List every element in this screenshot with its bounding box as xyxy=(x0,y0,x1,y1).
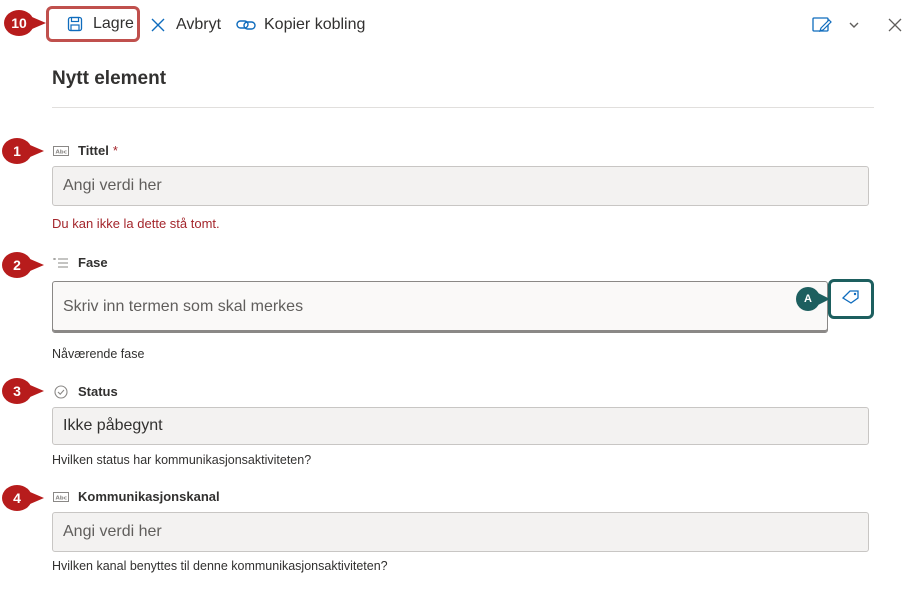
svg-text:Abc: Abc xyxy=(56,149,67,155)
validation-error: Du kan ikke la dette stå tomt. xyxy=(52,216,220,231)
callout-number: 4 xyxy=(13,490,21,506)
title-input[interactable]: Angi verdi her xyxy=(52,166,869,206)
field-label-kommunikasjonskanal: Abc Kommunikasjonskanal xyxy=(52,489,220,504)
callout-pointer xyxy=(30,259,44,271)
callout-badge-10: 10 xyxy=(4,10,34,36)
text-field-icon: Abc xyxy=(52,490,70,504)
command-bar: 10 Lagre Avbryt Kopier kobling xyxy=(0,0,904,50)
callout-badge-1: 1 xyxy=(2,138,32,164)
field-label-text: Status xyxy=(78,384,118,399)
callout-number: 10 xyxy=(11,15,27,31)
required-marker: * xyxy=(112,143,118,158)
callout-pointer xyxy=(30,145,44,157)
callout-badge-4: 4 xyxy=(2,485,32,511)
callout-letter: A xyxy=(804,293,812,305)
chevron-down-icon[interactable] xyxy=(843,14,865,36)
field-label-status: Status xyxy=(52,384,118,399)
text-field-icon: Abc xyxy=(52,144,70,158)
managed-metadata-icon xyxy=(52,256,70,270)
divider xyxy=(52,107,874,108)
callout-number: 3 xyxy=(13,383,21,399)
field-label-text: Fase xyxy=(78,255,108,270)
callout-number: 1 xyxy=(13,143,21,159)
tag-icon xyxy=(841,289,861,309)
field-label-tittel: Abc Tittel * xyxy=(52,143,118,158)
status-dropdown[interactable]: Ikke påbegynt xyxy=(52,407,869,445)
field-label-fase: Fase xyxy=(52,255,108,270)
help-text: Hvilken status har kommunikasjonsaktivit… xyxy=(52,453,312,467)
input-placeholder: Angi verdi her xyxy=(63,177,162,194)
input-placeholder: Angi verdi her xyxy=(63,523,162,540)
form-title: Nytt element xyxy=(52,68,167,89)
channel-input[interactable]: Angi verdi her xyxy=(52,512,869,552)
edit-form-icon[interactable] xyxy=(811,14,833,36)
link-icon xyxy=(236,15,256,35)
save-label: Lagre xyxy=(93,15,134,32)
help-text: Nåværende fase xyxy=(52,347,145,361)
save-icon xyxy=(65,14,85,34)
callout-badge-3: 3 xyxy=(2,378,32,404)
field-label-text: Kommunikasjonskanal xyxy=(78,489,220,504)
help-text: Hvilken kanal benyttes til denne kommuni… xyxy=(52,559,388,573)
callout-pointer xyxy=(32,17,46,29)
input-placeholder: Skriv inn termen som skal merkes xyxy=(63,298,304,315)
field-label-text: Tittel xyxy=(78,143,109,158)
callout-pointer xyxy=(30,385,44,397)
selected-value: Ikke påbegynt xyxy=(63,417,163,434)
choice-check-icon xyxy=(52,384,70,399)
close-panel-icon[interactable] xyxy=(884,14,904,36)
term-input[interactable]: Skriv inn termen som skal merkes xyxy=(52,281,828,333)
callout-badge-2: 2 xyxy=(2,252,32,278)
copy-link-button[interactable]: Kopier kobling xyxy=(236,8,365,42)
callout-pointer xyxy=(30,492,44,504)
browse-terms-button[interactable] xyxy=(828,279,874,319)
callout-badge-a: A xyxy=(796,287,820,311)
callout-number: 2 xyxy=(13,257,21,273)
cancel-label: Avbryt xyxy=(176,16,222,33)
svg-text:Abc: Abc xyxy=(56,495,67,501)
copy-link-label: Kopier kobling xyxy=(264,16,366,33)
cancel-button[interactable]: Avbryt xyxy=(148,8,221,42)
close-icon xyxy=(148,15,168,35)
save-button[interactable]: Lagre xyxy=(46,6,140,42)
